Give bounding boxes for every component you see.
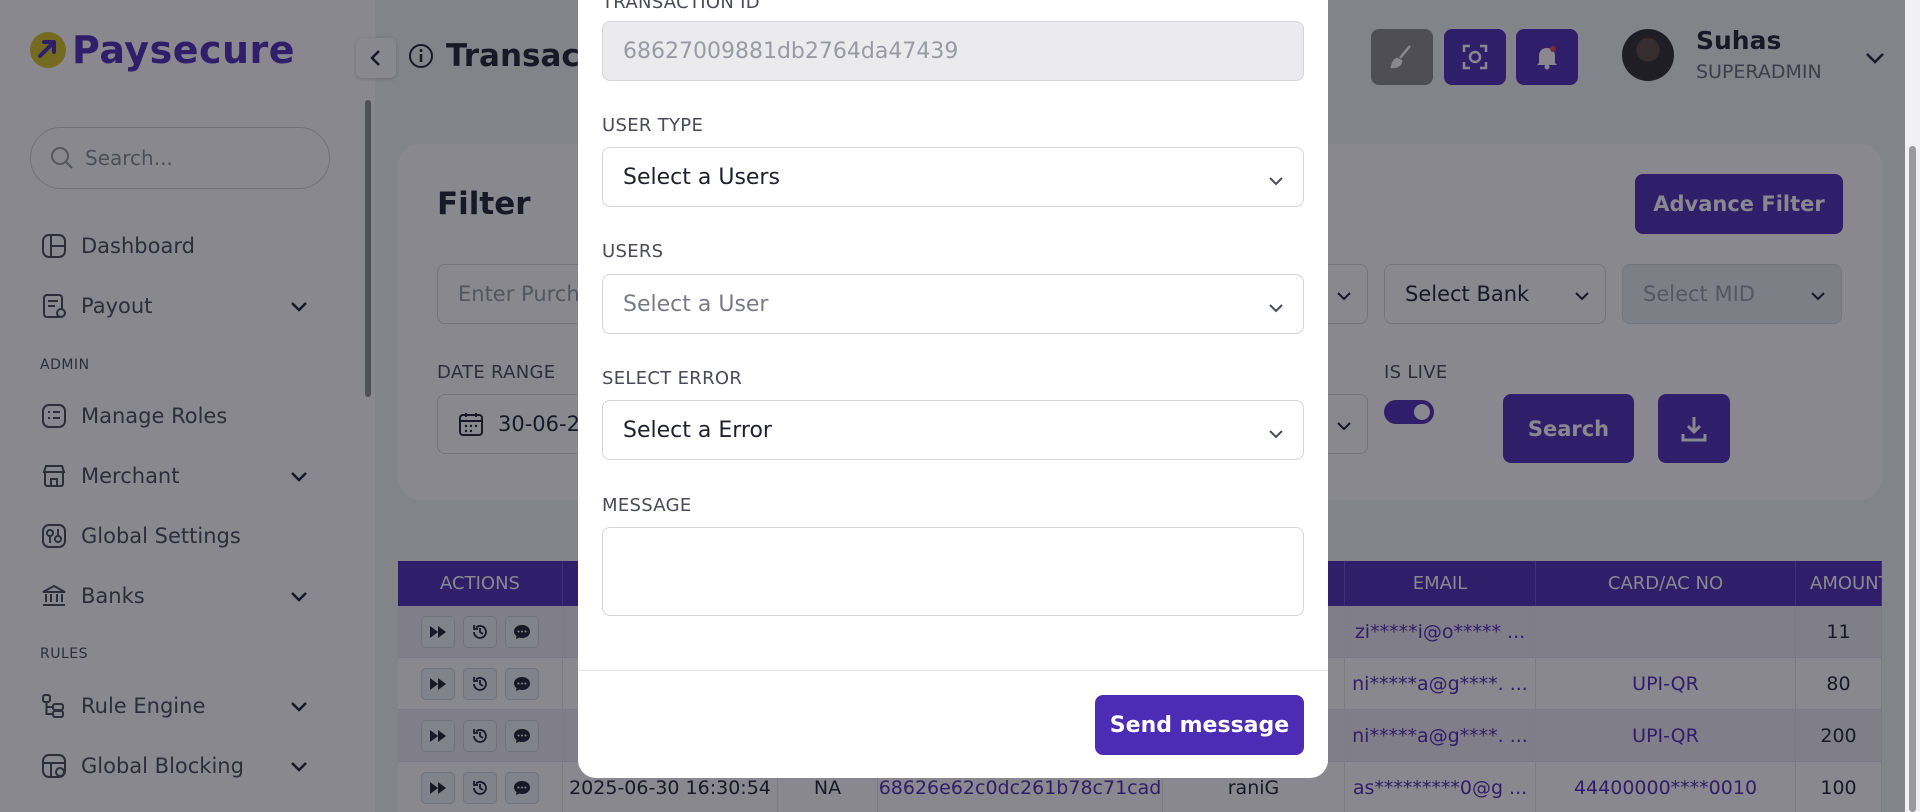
page-scrollbar[interactable] xyxy=(1905,0,1920,812)
users-label: USERS xyxy=(602,241,664,262)
message-label: MESSAGE xyxy=(602,495,692,516)
error-select[interactable]: Select a Error xyxy=(602,400,1304,460)
modal-footer-divider xyxy=(578,670,1328,671)
select-error-label: SELECT ERROR xyxy=(602,368,743,389)
users-select[interactable]: Select a User xyxy=(602,274,1304,334)
transaction-id-field: 68627009881db2764da47439 xyxy=(602,21,1304,81)
transaction-id-label: TRANSACTION ID xyxy=(602,0,760,13)
chevron-down-icon xyxy=(1269,177,1283,186)
user-type-select[interactable]: Select a Users xyxy=(602,147,1304,207)
error-select-value: Select a Error xyxy=(623,417,772,443)
chevron-down-icon xyxy=(1269,430,1283,439)
users-placeholder: Select a User xyxy=(623,291,769,317)
message-textarea[interactable] xyxy=(602,527,1304,616)
user-type-value: Select a Users xyxy=(623,164,780,190)
transaction-id-value: 68627009881db2764da47439 xyxy=(623,38,959,64)
send-message-button[interactable]: Send message xyxy=(1095,695,1304,755)
page-scrollbar-thumb[interactable] xyxy=(1909,146,1916,812)
chevron-down-icon xyxy=(1269,304,1283,313)
user-type-label: USER TYPE xyxy=(602,115,704,136)
